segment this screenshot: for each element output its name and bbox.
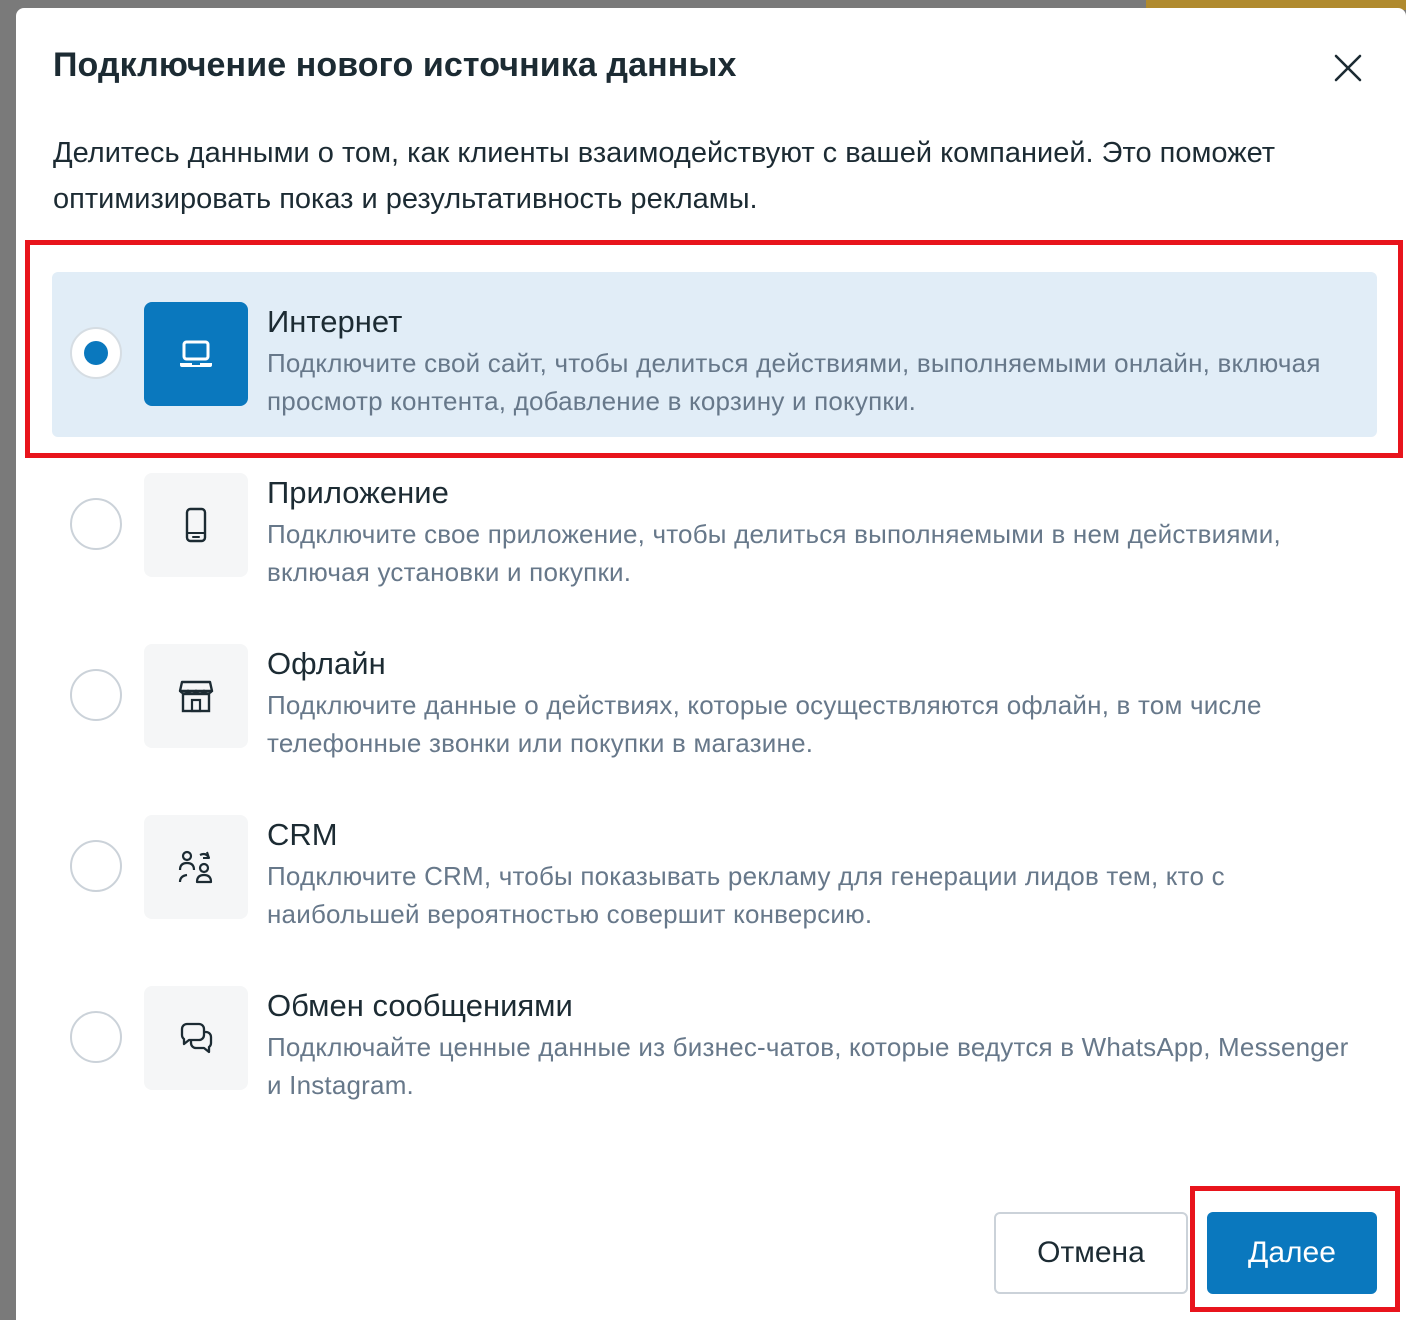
option-title: Офлайн bbox=[267, 646, 386, 681]
radio-messaging[interactable] bbox=[70, 1011, 122, 1063]
people-exchange-icon bbox=[178, 850, 213, 884]
radio-crm[interactable] bbox=[70, 840, 122, 892]
option-description: Подключите данные о действиях, которые о… bbox=[267, 690, 1262, 758]
option-internet[interactable]: Интернет Подключите свой сайт, чтобы дел… bbox=[52, 272, 1377, 437]
dialog-description: Делитесь данными о том, как клиенты взаи… bbox=[53, 137, 1276, 215]
radio-internet[interactable] bbox=[70, 327, 122, 379]
next-button[interactable]: Далее bbox=[1207, 1212, 1377, 1294]
option-description: Подключайте ценные данные из бизнес-чато… bbox=[267, 1032, 1349, 1100]
option-icon-tile bbox=[144, 986, 248, 1090]
radio-selected-dot bbox=[84, 341, 108, 365]
laptop-icon bbox=[180, 340, 212, 367]
chat-bubbles-icon bbox=[180, 1022, 213, 1054]
option-title: Приложение bbox=[267, 475, 449, 510]
option-title: Интернет bbox=[267, 304, 403, 339]
radio-offline[interactable] bbox=[70, 669, 122, 721]
data-source-options: Интернет Подключите свой сайт, чтобы дел… bbox=[52, 272, 1377, 1127]
close-button[interactable] bbox=[1326, 46, 1370, 90]
option-description: Подключите свой сайт, чтобы делиться дей… bbox=[267, 348, 1321, 416]
option-messaging[interactable]: Обмен сообщениями Подключайте ценные дан… bbox=[52, 956, 1377, 1121]
connect-data-source-dialog: Подключение нового источника данных Дели… bbox=[16, 8, 1406, 1320]
option-crm[interactable]: CRM Подключите CRM, чтобы показывать рек… bbox=[52, 785, 1377, 950]
option-app[interactable]: Приложение Подключите свое приложение, ч… bbox=[52, 443, 1377, 608]
option-icon-tile bbox=[144, 644, 248, 748]
option-description: Подключите CRM, чтобы показывать рекламу… bbox=[267, 861, 1225, 929]
mobile-phone-icon bbox=[185, 507, 207, 543]
option-icon-tile bbox=[144, 302, 248, 406]
option-icon-tile bbox=[144, 815, 248, 919]
option-description: Подключите свое приложение, чтобы делить… bbox=[267, 519, 1281, 587]
option-icon-tile bbox=[144, 473, 248, 577]
option-title: Обмен сообщениями bbox=[267, 988, 573, 1023]
cancel-button[interactable]: Отмена bbox=[994, 1212, 1188, 1294]
radio-app[interactable] bbox=[70, 498, 122, 550]
storefront-icon bbox=[178, 680, 214, 713]
option-title: CRM bbox=[267, 817, 338, 852]
dialog-title: Подключение нового источника данных bbox=[53, 46, 737, 84]
close-icon bbox=[1334, 54, 1362, 82]
option-offline[interactable]: Офлайн Подключите данные о действиях, ко… bbox=[52, 614, 1377, 779]
